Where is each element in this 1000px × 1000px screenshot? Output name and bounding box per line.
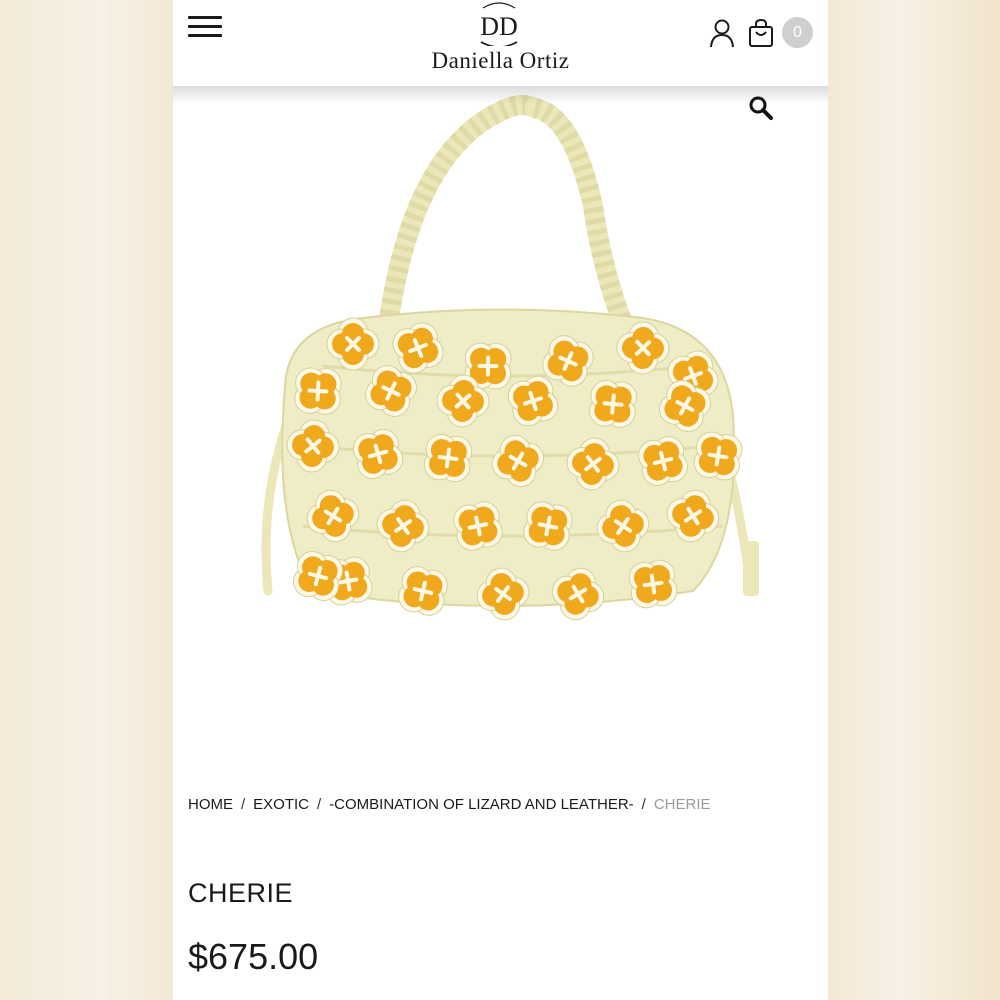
product-price: $675.00 — [188, 936, 319, 977]
breadcrumb-separator: / — [241, 796, 246, 813]
menu-icon[interactable] — [188, 16, 222, 40]
breadcrumb-home[interactable]: HOME — [188, 796, 233, 813]
user-icon[interactable] — [709, 18, 735, 48]
brand-name: Daniella Ortiz — [431, 48, 570, 73]
breadcrumb-separator: / — [641, 796, 646, 813]
breadcrumb-current: CHERIE — [653, 796, 711, 813]
svg-text:DD: DD — [480, 12, 518, 41]
breadcrumb-exotic[interactable]: EXOTIC — [253, 796, 309, 813]
logo-mark: DD — [480, 2, 518, 46]
breadcrumb-separator: / — [317, 796, 322, 813]
site-header: DD Daniella Ortiz 0 — [173, 0, 828, 86]
product-title: CHERIE — [188, 878, 294, 908]
background-right — [828, 0, 1000, 1000]
cart-icon[interactable] — [747, 18, 775, 48]
brand-logo[interactable]: DD Daniella Ortiz — [418, 0, 583, 80]
zoom-icon[interactable] — [748, 95, 774, 121]
breadcrumb-category[interactable]: -COMBINATION OF LIZARD AND LEATHER- — [329, 796, 633, 813]
header-shadow — [173, 86, 828, 104]
mobile-page: DD Daniella Ortiz 0 HOME / EXOTIC / -COM… — [173, 0, 828, 1000]
breadcrumb: HOME / EXOTIC / -COMBINATION OF LIZARD AND L… — [188, 796, 711, 813]
product-image[interactable] — [173, 86, 828, 686]
background-left — [0, 0, 173, 1000]
cart-count-badge[interactable]: 0 — [782, 17, 813, 48]
